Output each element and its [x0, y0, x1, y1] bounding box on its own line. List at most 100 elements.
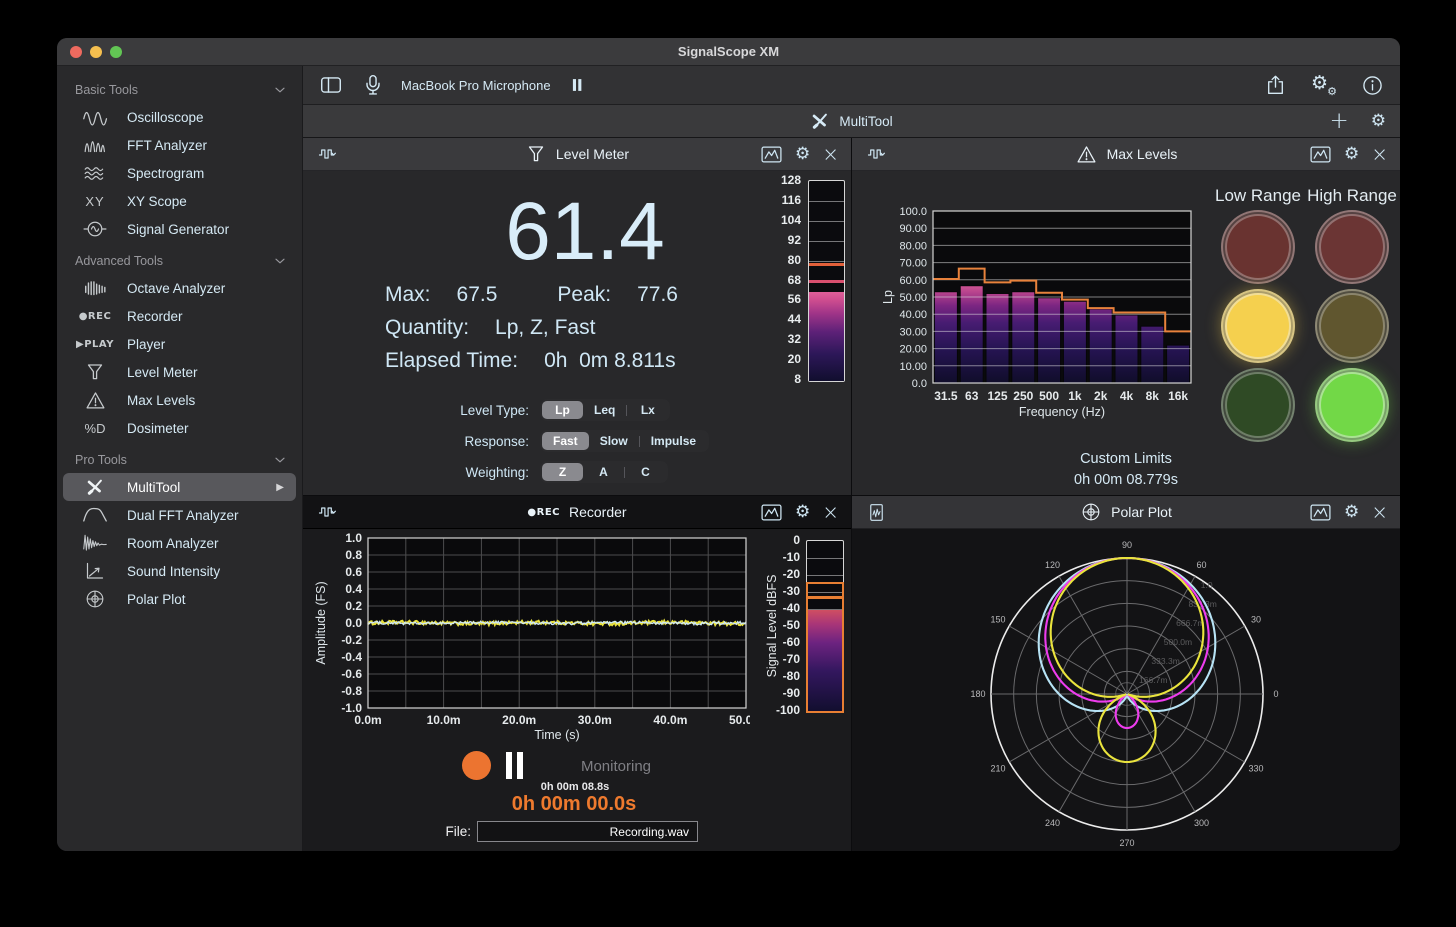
pause-input-icon[interactable] [567, 75, 587, 95]
segment-slow[interactable]: Slow [589, 432, 639, 450]
section-header-basic-tools[interactable]: Basic Tools [57, 77, 302, 103]
chart-view-button[interactable] [760, 143, 783, 166]
signal-generator-icon [63, 217, 127, 241]
file-name-input[interactable]: Recording.wav [477, 821, 698, 842]
close-window-button[interactable] [70, 46, 82, 58]
svg-text:300: 300 [1194, 818, 1209, 828]
pause-button[interactable] [506, 752, 523, 779]
sidebar-item-xy-scope[interactable]: XYXY Scope [63, 187, 296, 215]
sidebar-item-label: XY Scope [127, 194, 296, 209]
meter-tick-label: 116 [749, 193, 801, 207]
segmented-control-response: FastSlowImpulse [540, 430, 709, 452]
add-tool-button[interactable]: + [1329, 110, 1348, 133]
svg-text:8k: 8k [1146, 389, 1160, 403]
svg-text:240: 240 [1045, 818, 1060, 828]
sidebar-item-octave-analyzer[interactable]: Octave Analyzer [63, 274, 296, 302]
titlebar: SignalScope XM [57, 38, 1400, 66]
sidebar-item-multitool[interactable]: MultiTool▶ [63, 473, 296, 501]
section-label: Advanced Tools [75, 254, 163, 268]
sidebar-toggle-icon[interactable] [319, 73, 343, 97]
segment-lp[interactable]: Lp [542, 401, 583, 419]
microphone-icon[interactable] [361, 73, 385, 97]
svg-text:0.6: 0.6 [345, 565, 362, 579]
svg-text:333.3m: 333.3m [1151, 656, 1179, 666]
settings-gears-icon[interactable]: ⚙⚙ [1311, 73, 1337, 97]
share-icon[interactable] [1264, 74, 1287, 97]
panel-close-button[interactable]: × [1371, 144, 1388, 164]
segment-lx[interactable]: Lx [627, 401, 668, 419]
file-waveform-icon[interactable] [866, 502, 887, 523]
segment-leq[interactable]: Leq [583, 401, 626, 419]
sidebar-item-oscilloscope[interactable]: Oscilloscope [63, 103, 296, 131]
segment-c[interactable]: C [625, 463, 666, 481]
sidebar-item-dual-fft-analyzer[interactable]: Dual FFT Analyzer [63, 501, 296, 529]
svg-text:40.0m: 40.0m [653, 713, 687, 727]
svg-text:-0.6: -0.6 [341, 667, 362, 681]
sidebar-item-dosimeter[interactable]: %DDosimeter [63, 414, 296, 442]
main-area: MacBook Pro Microphone ⚙⚙ MultiTool + ⚙ [303, 66, 1400, 851]
svg-text:0.8: 0.8 [345, 548, 362, 562]
svg-text:0.0: 0.0 [912, 378, 927, 390]
fft-analyzer-icon [63, 133, 127, 157]
zoom-window-button[interactable] [110, 46, 122, 58]
sidebar-item-recorder[interactable]: ●RECRecorder [63, 302, 296, 330]
panel-settings-button[interactable]: ⚙ [1344, 146, 1359, 163]
custom-limits-label: Custom Limits [852, 451, 1400, 467]
chart-view-button[interactable] [1309, 501, 1332, 524]
minimize-window-button[interactable] [90, 46, 102, 58]
section-label: Basic Tools [75, 83, 138, 97]
panel-close-button[interactable]: × [822, 144, 839, 164]
svg-text:Lp: Lp [881, 290, 895, 304]
room-analyzer-icon [63, 530, 127, 556]
panel-close-button[interactable]: × [1371, 502, 1388, 522]
sidebar-item-signal-generator[interactable]: Signal Generator [63, 215, 296, 243]
disclosure-icon[interactable]: ▶ [276, 482, 296, 493]
sidebar-item-room-analyzer[interactable]: Room Analyzer [63, 529, 296, 557]
segmented-control-level-type: LpLeqLx [540, 399, 670, 421]
sidebar-item-label: MultiTool [127, 480, 276, 495]
panel-settings-button[interactable]: ⚙ [1344, 504, 1359, 521]
signal-route-icon[interactable] [317, 501, 339, 523]
info-icon[interactable] [1361, 74, 1384, 97]
panel-settings-button[interactable]: ⚙ [795, 146, 810, 163]
indicator-high-range-middle [1315, 289, 1389, 363]
control-row-weighting: Weighting:ZAC [303, 461, 851, 483]
svg-text:100.0: 100.0 [899, 206, 927, 218]
meter-tick-label: 92 [749, 233, 801, 247]
multitool-title: MultiTool [839, 114, 892, 129]
segment-a[interactable]: A [583, 463, 624, 481]
control-row-level-type: Level Type:LpLeqLx [303, 399, 851, 421]
section-header-advanced-tools[interactable]: Advanced Tools [57, 248, 302, 274]
sidebar-item-player[interactable]: ▶PLAYPlayer [63, 330, 296, 358]
sidebar-item-level-meter[interactable]: Level Meter [63, 358, 296, 386]
sidebar-item-max-levels[interactable]: Max Levels [63, 386, 296, 414]
panel-close-button[interactable]: × [822, 502, 839, 522]
sidebar-item-sound-intensity[interactable]: Sound Intensity [63, 557, 296, 585]
chart-view-button[interactable] [760, 501, 783, 524]
svg-text:90: 90 [1122, 540, 1132, 550]
chart-view-button[interactable] [1309, 143, 1332, 166]
multitool-settings-button[interactable]: ⚙ [1371, 113, 1386, 130]
segment-fast[interactable]: Fast [542, 432, 589, 450]
sidebar-item-fft-analyzer[interactable]: FFT Analyzer [63, 131, 296, 159]
svg-text:1.0: 1.0 [345, 532, 362, 545]
segment-impulse[interactable]: Impulse [640, 432, 707, 450]
section-header-pro-tools[interactable]: Pro Tools [57, 447, 302, 473]
svg-text:30.0m: 30.0m [578, 713, 612, 727]
recorder-elapsed-small: 0h 00m 08.8s [495, 781, 655, 793]
svg-text:0.0m: 0.0m [354, 713, 381, 727]
signal-route-icon[interactable] [866, 143, 888, 165]
sound-intensity-icon [63, 560, 127, 582]
elapsed-label: Elapsed Time: [385, 349, 518, 372]
sidebar-item-polar-plot[interactable]: Polar Plot [63, 585, 296, 613]
signal-route-icon[interactable] [317, 143, 339, 165]
input-device-name[interactable]: MacBook Pro Microphone [401, 78, 551, 93]
record-button[interactable] [462, 751, 491, 780]
svg-text:50.0m: 50.0m [729, 713, 750, 727]
meter-mark-max [809, 280, 844, 283]
sidebar-item-spectrogram[interactable]: Spectrogram [63, 159, 296, 187]
segment-z[interactable]: Z [542, 463, 583, 481]
panel-settings-button[interactable]: ⚙ [795, 504, 810, 521]
meter-mark-peak [807, 596, 843, 599]
app-window: SignalScope XM Basic Tools OscilloscopeFF… [57, 38, 1400, 851]
